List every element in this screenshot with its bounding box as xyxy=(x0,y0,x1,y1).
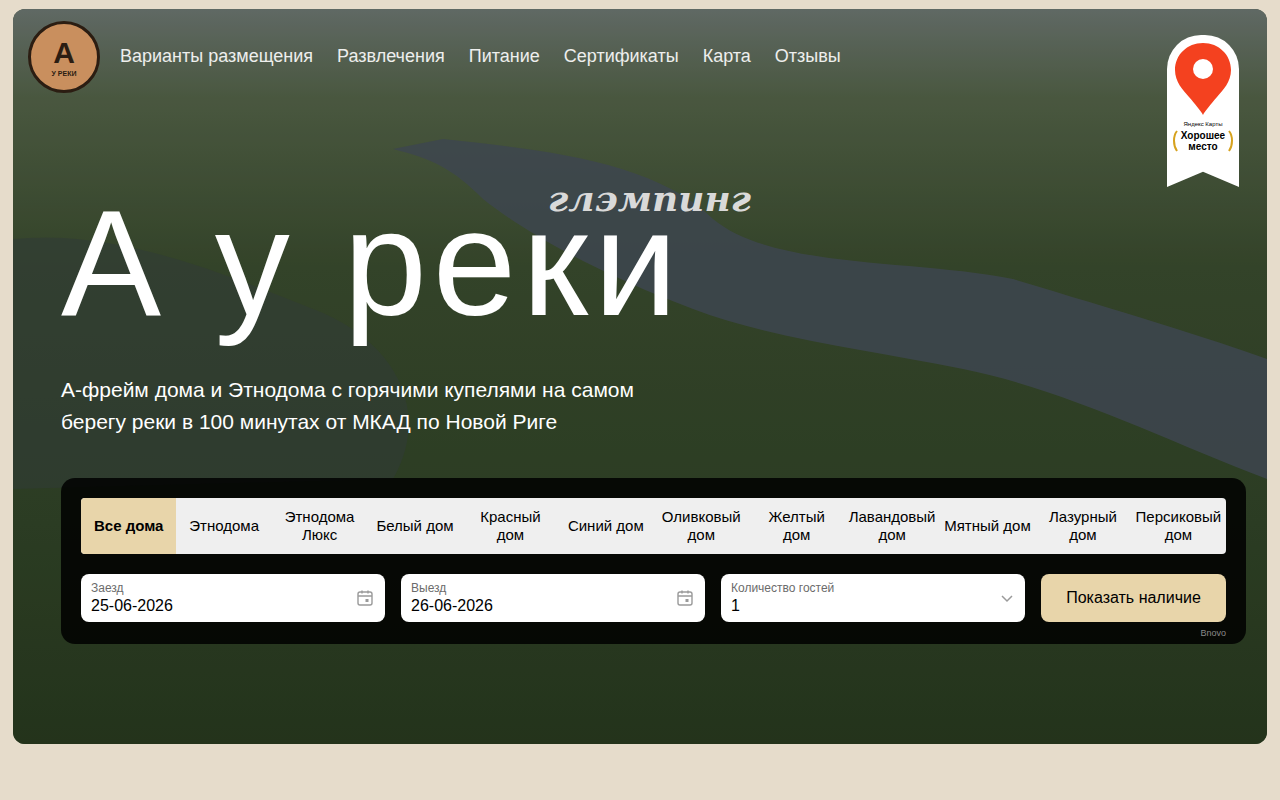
calendar-icon xyxy=(355,588,375,608)
hero-card: А У РЕКИ Варианты размещения Развлечения Пи… xyxy=(13,9,1267,744)
house-tab[interactable]: Красный дом xyxy=(463,498,558,554)
house-tab[interactable]: Лазурный дом xyxy=(1035,498,1130,554)
powered-by[interactable]: Bnovo xyxy=(1200,629,1226,638)
booking-widget: Все домаЭтнодомаЭтнодома ЛюксБелый домКр… xyxy=(61,478,1246,644)
house-tab[interactable]: Желтый дом xyxy=(749,498,844,554)
nav-link[interactable]: Питание xyxy=(469,43,540,70)
nav-link[interactable]: Развлечения xyxy=(337,43,445,70)
laurel-left-icon xyxy=(1171,130,1179,152)
date-field[interactable]: Заезд25-06-2026 xyxy=(81,574,385,622)
house-tab[interactable]: Белый дом xyxy=(367,498,462,554)
nav-link[interactable]: Отзывы xyxy=(775,43,841,70)
nav-link[interactable]: Карта xyxy=(703,43,751,70)
logo-caption: У РЕКИ xyxy=(52,70,77,77)
nav-link[interactable]: Сертификаты xyxy=(564,43,679,70)
house-tab[interactable]: Все дома xyxy=(81,498,176,554)
laurel-right-icon xyxy=(1227,130,1235,152)
house-tab[interactable]: Этнодома Люкс xyxy=(272,498,367,554)
hero-subtitle: А-фрейм дома и Этнодома с горячими купел… xyxy=(61,374,671,438)
show-availability-button[interactable]: Показать наличие xyxy=(1041,574,1226,622)
calendar-icon xyxy=(675,588,695,608)
house-tab[interactable]: Оливковый дом xyxy=(654,498,749,554)
date-field[interactable]: Выезд26-06-2026 xyxy=(401,574,705,622)
house-tab[interactable]: Синий дом xyxy=(558,498,653,554)
hero-tag: глэмпинг xyxy=(548,180,751,216)
house-tab[interactable]: Персиковый дом xyxy=(1131,498,1226,554)
guests-select[interactable]: Количество гостей1 xyxy=(721,574,1025,622)
yandex-badge[interactable]: Яндекс Карты Хорошее место xyxy=(1167,35,1239,187)
chevron-down-icon xyxy=(999,590,1015,606)
logo[interactable]: А У РЕКИ xyxy=(28,21,100,93)
nav-link[interactable]: Варианты размещения xyxy=(120,43,313,70)
badge-brand: Яндекс Карты xyxy=(1184,121,1223,127)
logo-letter: А xyxy=(53,38,75,68)
house-tab[interactable]: Лавандовый дом xyxy=(844,498,939,554)
badge-label: Хорошее место xyxy=(1179,130,1227,152)
house-tab[interactable]: Мятный дом xyxy=(940,498,1035,554)
house-tab[interactable]: Этнодома xyxy=(176,498,271,554)
map-pin-icon xyxy=(1173,41,1233,115)
